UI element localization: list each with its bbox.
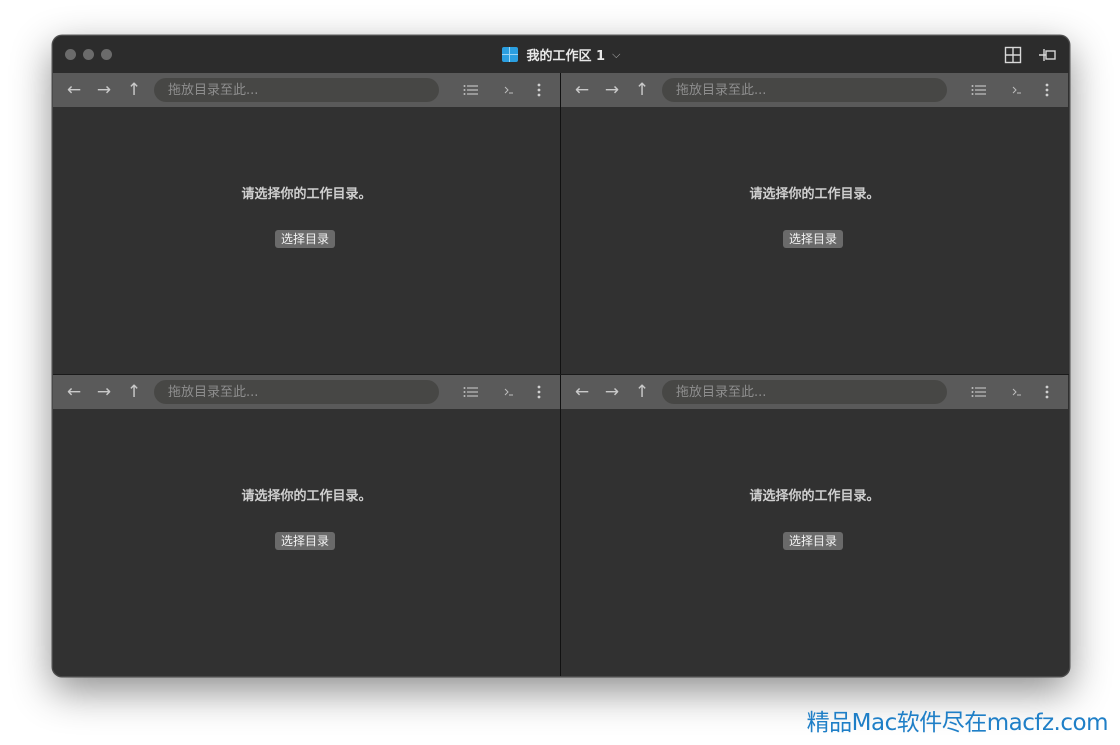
- empty-prompt: 请选择你的工作目录。: [749, 187, 880, 202]
- path-drop-input[interactable]: [154, 380, 439, 404]
- choose-directory-button[interactable]: 选择目录: [783, 532, 844, 550]
- up-arrow-icon[interactable]: ↑: [123, 73, 145, 107]
- back-arrow-icon[interactable]: ←: [63, 375, 85, 409]
- list-icon[interactable]: [461, 73, 481, 107]
- pane-content: 请选择你的工作目录。 选择目录: [561, 409, 1068, 676]
- pane-toolbar: ← → ↑: [561, 73, 1068, 107]
- app-window: 我的工作区 1 ⌵ ← → ↑ 拖放目录至此... 请选择你的工作目录。 选择目…: [52, 35, 1070, 677]
- empty-prompt: 请选择你的工作目录。: [749, 489, 880, 504]
- choose-directory-button[interactable]: 选择目录: [275, 532, 336, 550]
- more-vertical-icon[interactable]: [531, 375, 547, 409]
- more-vertical-icon[interactable]: [1039, 73, 1055, 107]
- path-drop-input[interactable]: [662, 380, 947, 404]
- back-arrow-icon[interactable]: ←: [63, 73, 85, 107]
- back-arrow-icon[interactable]: ←: [571, 73, 593, 107]
- terminal-icon[interactable]: [499, 375, 519, 409]
- forward-arrow-icon[interactable]: →: [93, 73, 115, 107]
- pane-content: 请选择你的工作目录。 选择目录: [561, 107, 1068, 374]
- forward-arrow-icon[interactable]: →: [601, 73, 623, 107]
- terminal-icon[interactable]: [1007, 375, 1027, 409]
- list-icon[interactable]: [969, 73, 989, 107]
- up-arrow-icon[interactable]: ↑: [123, 375, 145, 409]
- choose-directory-button[interactable]: 选择目录: [275, 230, 336, 248]
- workspace-title: 我的工作区 1: [526, 49, 606, 64]
- pin-icon[interactable]: [1037, 45, 1057, 65]
- pane-grid: ← → ↑ 拖放目录至此... 请选择你的工作目录。 选择目录 ← → ↑ 拖放…: [53, 73, 1069, 676]
- pane-toolbar: ← → ↑: [53, 375, 560, 409]
- title-bar: 我的工作区 1 ⌵: [53, 36, 1069, 73]
- forward-arrow-icon[interactable]: →: [93, 375, 115, 409]
- pane-content: 请选择你的工作目录。 选择目录: [53, 107, 560, 374]
- choose-directory-button[interactable]: 选择目录: [783, 230, 844, 248]
- path-drop-input[interactable]: [154, 78, 439, 102]
- chevron-down-icon: ⌵: [612, 47, 621, 61]
- pane-top-right: ← → ↑ 拖放目录至此... 请选择你的工作目录。 选择目录: [561, 73, 1068, 374]
- up-arrow-icon[interactable]: ↑: [631, 375, 653, 409]
- workspace-switcher[interactable]: 我的工作区 1 ⌵: [53, 36, 1069, 73]
- up-arrow-icon[interactable]: ↑: [631, 73, 653, 107]
- pane-top-left: ← → ↑ 拖放目录至此... 请选择你的工作目录。 选择目录: [53, 73, 560, 374]
- back-arrow-icon[interactable]: ←: [571, 375, 593, 409]
- pane-toolbar: ← → ↑: [53, 73, 560, 107]
- list-icon[interactable]: [461, 375, 481, 409]
- grid-layout-icon[interactable]: [1003, 45, 1023, 65]
- pane-content: 请选择你的工作目录。 选择目录: [53, 409, 560, 676]
- forward-arrow-icon[interactable]: →: [601, 375, 623, 409]
- horizontal-divider[interactable]: [53, 374, 1069, 375]
- more-vertical-icon[interactable]: [531, 73, 547, 107]
- path-drop-input[interactable]: [662, 78, 947, 102]
- terminal-icon[interactable]: [499, 73, 519, 107]
- pane-bottom-right: ← → ↑ 拖放目录至此... 请选择你的工作目录。 选择目录: [561, 375, 1068, 676]
- pane-toolbar: ← → ↑: [561, 375, 1068, 409]
- workspace-icon: [501, 47, 518, 62]
- pane-bottom-left: ← → ↑ 拖放目录至此... 请选择你的工作目录。 选择目录: [53, 375, 560, 676]
- empty-prompt: 请选择你的工作目录。: [241, 187, 372, 202]
- list-icon[interactable]: [969, 375, 989, 409]
- more-vertical-icon[interactable]: [1039, 375, 1055, 409]
- terminal-icon[interactable]: [1007, 73, 1027, 107]
- empty-prompt: 请选择你的工作目录。: [241, 489, 372, 504]
- watermark-text: 精品Mac软件尽在macfz.com: [806, 710, 1109, 736]
